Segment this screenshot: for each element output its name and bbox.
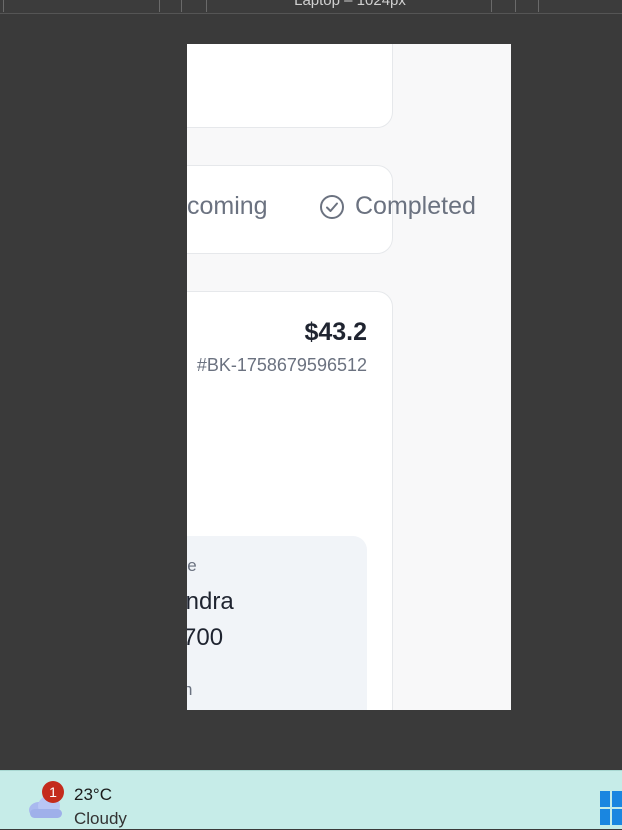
weather-widget[interactable]: 1 23°C Cloudy	[26, 779, 166, 829]
booking-id: #BK-1758679596512	[196, 355, 367, 375]
ruler-tick	[206, 0, 207, 12]
device-toolbar: Laptop – 1024px	[0, 0, 622, 14]
app-viewport: coming Completed $43.2 #BK-1758679596512…	[187, 44, 511, 710]
vehicle-label: cle	[187, 556, 197, 575]
ruler-tick	[181, 0, 182, 12]
ruler-tick	[538, 0, 539, 12]
weather-condition: Cloudy	[74, 809, 127, 828]
notification-badge: 1	[42, 781, 64, 803]
vehicle-name: nindra V700	[187, 584, 234, 656]
vehicle-name-line1: nindra	[187, 588, 234, 615]
windows-start-icon[interactable]	[600, 791, 622, 830]
weather-temperature: 23°C	[74, 785, 112, 804]
top-card	[187, 44, 393, 128]
ruler-tick	[515, 0, 516, 12]
vehicle-name-line2: V700	[187, 624, 224, 651]
check-circle-icon	[319, 194, 345, 220]
ruler-tick	[3, 0, 4, 12]
taskbar: 1 23°C Cloudy	[0, 770, 622, 829]
tab-completed[interactable]: Completed	[319, 192, 476, 221]
location-label: tion	[187, 680, 193, 699]
booking-price: $43.2	[304, 318, 367, 346]
device-size-label: Laptop – 1024px	[294, 0, 406, 9]
tab-completed-label: Completed	[355, 192, 476, 220]
ruler-tick	[491, 0, 492, 12]
tab-upcoming[interactable]: coming	[187, 192, 268, 221]
ruler-tick	[159, 0, 160, 12]
